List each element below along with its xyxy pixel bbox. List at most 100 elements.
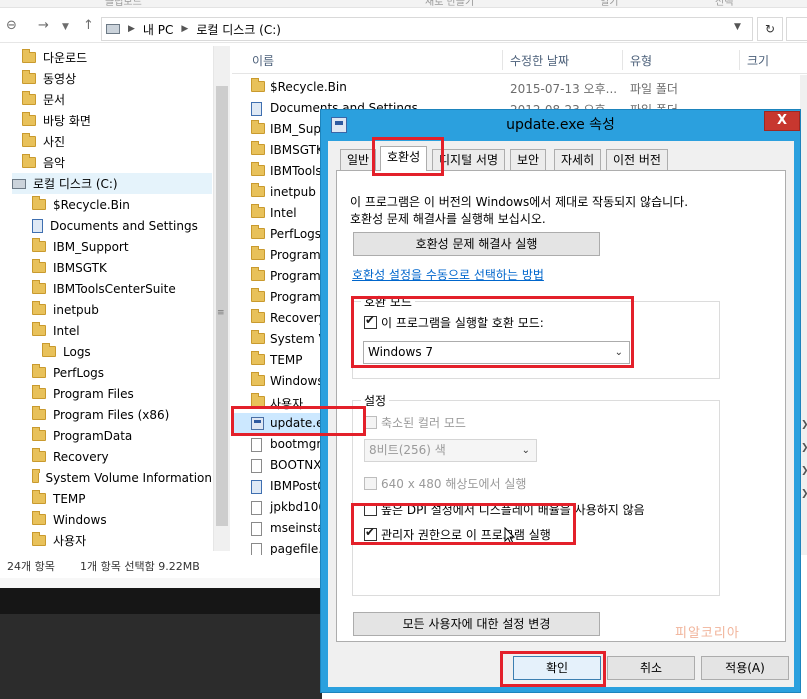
nav-item[interactable]: Recovery (32, 446, 212, 467)
address-bar: ⊖ → ▼ ↑ ▶ 내 PC ▶ 로컬 디스크 (C:) ▼ ↻ (0, 9, 807, 43)
file-icon (251, 459, 262, 473)
folder-icon (32, 406, 46, 420)
breadcrumb-local-disk[interactable]: 로컬 디스크 (C:) (196, 21, 281, 38)
recent-dropdown-icon[interactable]: ▼ (62, 22, 69, 32)
ribbon-cut-label: 새로 만들기 (425, 0, 475, 8)
address-dropdown-icon[interactable]: ▼ (734, 22, 741, 32)
nav-item-label: TEMP (53, 491, 86, 506)
selection-info: 1개 항목 선택함 9.22MB (80, 560, 200, 573)
folder-icon (32, 280, 46, 294)
troubleshooter-button[interactable]: 호환성 문제 해결사 실행 (353, 232, 600, 256)
folder-icon (32, 196, 46, 210)
nav-item[interactable]: TEMP (32, 488, 212, 509)
close-icon: X (776, 113, 788, 128)
nav-item[interactable]: Program Files (x86) (32, 404, 212, 425)
tab-security[interactable]: 보안 (510, 149, 547, 170)
table-row[interactable]: $Recycle.Bin 2015-07-13 오후... 파일 폴더 (232, 77, 807, 98)
right-edge-arrows: ❯❯❯❯ (801, 420, 807, 520)
search-input[interactable] (786, 17, 807, 41)
address-input[interactable]: ▶ 내 PC ▶ 로컬 디스크 (C:) (101, 17, 753, 41)
nav-item[interactable]: ProgramData (32, 425, 212, 446)
file-name: Intel (270, 206, 297, 220)
nav-item-label: PerfLogs (53, 365, 105, 380)
res-640-checkbox[interactable] (364, 477, 377, 490)
nav-item-label: 로컬 디스크 (C:) (33, 177, 118, 191)
nav-item-label: System Volume Information (45, 470, 212, 485)
folder-icon (32, 511, 46, 525)
nav-item-label: Intel (53, 323, 80, 338)
apply-button[interactable]: 적용(A) (701, 656, 789, 680)
refresh-button[interactable]: ↻ (757, 17, 783, 41)
nav-item[interactable]: $Recycle.Bin (32, 194, 212, 215)
column-type[interactable]: 유형 (630, 52, 652, 69)
tab-details[interactable]: 자세히 (554, 149, 602, 170)
all-users-settings-button[interactable]: 모든 사용자에 대한 설정 변경 (353, 612, 600, 636)
tab-compatibility[interactable]: 호환성 (380, 146, 428, 171)
file-name: Recovery (270, 311, 326, 325)
back-icon[interactable]: ⊖ (6, 18, 17, 33)
nav-item[interactable]: IBM_Support (32, 236, 212, 257)
column-modified[interactable]: 수정한 날짜 (510, 52, 569, 69)
file-name: $Recycle.Bin (270, 80, 347, 94)
nav-item[interactable]: 로컬 디스크 (C:) (12, 173, 212, 194)
nav-item[interactable]: 사진 (22, 131, 212, 152)
file-name: bootmgr (270, 437, 322, 451)
folder-icon (32, 364, 46, 378)
manual-settings-link[interactable]: 호환성 설정을 수동으로 선택하는 방법 (352, 266, 544, 283)
cancel-button[interactable]: 취소 (607, 656, 695, 680)
file-name: Program (270, 248, 321, 262)
forward-icon[interactable]: → (38, 18, 49, 33)
nav-item[interactable]: PerfLogs (32, 362, 212, 383)
nav-item[interactable]: Logs (42, 341, 212, 362)
ribbon-strip: 클립보드 새로 만들기 열기 선택 (0, 0, 807, 8)
nav-scrollbar[interactable]: ≡ (213, 46, 230, 551)
folder-icon (32, 448, 46, 462)
nav-item[interactable]: Program Files (32, 383, 212, 404)
file-icon (251, 522, 262, 536)
ribbon-cut-label: 클립보드 (105, 0, 142, 8)
folder-icon (251, 330, 265, 344)
nav-item[interactable]: 음악 (22, 152, 212, 173)
nav-item[interactable]: 다운로드 (22, 47, 212, 68)
nav-item[interactable]: 바탕 화면 (22, 110, 212, 131)
folder-icon (22, 133, 36, 147)
nav-item[interactable]: inetpub (32, 299, 212, 320)
close-button[interactable]: X (764, 111, 800, 131)
nav-item-label: 다운로드 (43, 51, 88, 65)
highlight-box-compat-mode (351, 296, 634, 368)
nav-item[interactable]: System Volume Information (31, 467, 212, 488)
nav-item[interactable]: IBMSGTK (32, 257, 212, 278)
folder-icon (251, 309, 265, 323)
nav-item[interactable]: 문서 (22, 89, 212, 110)
folder-icon (22, 112, 36, 126)
desktop-background (0, 578, 322, 699)
computer-icon (106, 24, 120, 34)
watermark: 피알코리아 (675, 626, 740, 641)
folder-icon (251, 267, 265, 281)
nav-item[interactable]: Windows (32, 509, 212, 530)
file-name: IBMTools (270, 164, 322, 178)
navigation-pane: 다운로드동영상 문서 바탕 화면 사진 음악로컬 디스크 (C:) $Recycle.Bi… (0, 44, 230, 555)
column-name[interactable]: 이름 (252, 52, 274, 69)
nav-item-label: IBMSGTK (53, 260, 107, 275)
nav-item[interactable]: 사용자 (32, 530, 212, 551)
folder-icon (32, 532, 46, 546)
nav-item[interactable]: IBMToolsCenterSuite (32, 278, 212, 299)
breadcrumb-this-pc[interactable]: 내 PC (143, 21, 173, 38)
up-icon[interactable]: ↑ (83, 18, 94, 33)
shortcut-icon (32, 218, 43, 233)
file-list-header: 이름 수정한 날짜 유형 크기 (232, 44, 807, 74)
file-name: Program (270, 269, 321, 283)
column-size[interactable]: 크기 (747, 52, 769, 69)
nav-item[interactable]: Documents and Settings (32, 215, 212, 236)
nav-item[interactable]: 동영상 (22, 68, 212, 89)
status-bar: 24개 항목 1개 항목 선택함 9.22MB (0, 555, 320, 576)
tab-general[interactable]: 일반 (340, 149, 377, 170)
file-name: IBMPostC (270, 479, 326, 493)
nav-item-label: inetpub (53, 302, 99, 317)
color-depth-select[interactable]: 8비트(256) 색 ⌄ (364, 439, 537, 462)
nav-item[interactable]: Intel (32, 320, 212, 341)
scrollbar-thumb[interactable] (216, 86, 228, 526)
highlight-box-update-exe (231, 406, 366, 436)
tab-previous-versions[interactable]: 이전 버전 (606, 149, 668, 170)
